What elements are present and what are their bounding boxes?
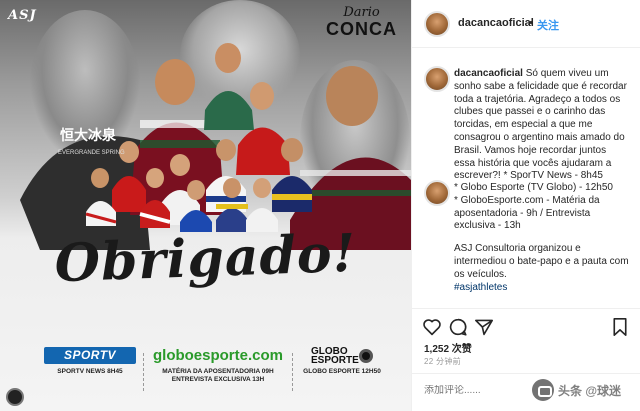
conca-first-name: Dario xyxy=(343,5,380,20)
comment-line: * Globo Esporte (TV Globo) - 12h50 xyxy=(454,182,613,193)
corner-avatar-icon[interactable] xyxy=(6,388,24,406)
sponsor-bar: SPORTV SPORTV NEWS 8H45 globoesporte.com… xyxy=(0,345,411,395)
share-icon[interactable] xyxy=(474,318,494,336)
header-username[interactable]: dacancaoficial xyxy=(458,17,534,29)
instagram-post-viewer: 恒大冰泉 EVERGRANDE SPRING ASJ Dario CONCA O… xyxy=(0,0,640,411)
globo-esporte-logo-text: GLOBO ESPORTE xyxy=(311,345,359,366)
conca-last-name: CONCA xyxy=(326,19,397,39)
likes-count[interactable]: 1,252 次赞 xyxy=(424,340,472,355)
asj-logo: ASJ xyxy=(8,8,37,23)
svg-text:恒大冰泉: 恒大冰泉 xyxy=(60,127,117,144)
caption-avatar[interactable] xyxy=(424,66,450,92)
action-bar xyxy=(412,308,640,344)
sportv-logo: SPORTV xyxy=(44,347,136,364)
globoesporte-logo: globoesporte.com xyxy=(152,347,283,364)
post-header: dacancaoficial • 关注 xyxy=(412,0,640,48)
watermark: 头条 @球迷 xyxy=(532,375,636,405)
heart-icon[interactable] xyxy=(422,318,442,336)
sponsor-caption: MATÉRIA DA APOSENTADORIA 09H ENTREVISTA … xyxy=(162,368,274,383)
comment-avatar[interactable] xyxy=(424,180,450,206)
post-side-panel: dacancaoficial • 关注 dacancaoficial Só qu… xyxy=(411,0,640,411)
comment-line: * GloboEsporte.com - Matéria da aposenta… xyxy=(454,194,600,232)
conca-title-block: Dario CONCA xyxy=(326,5,397,39)
sponsor-caption: GLOBO ESPORTE 12H50 xyxy=(303,368,381,375)
sponsor-caption: SPORTV NEWS 8H45 xyxy=(57,368,123,375)
caption-body: Só quem viveu um sonho sabe a felicidade… xyxy=(454,68,627,182)
follow-button[interactable]: 关注 xyxy=(537,17,559,33)
sponsor-divider xyxy=(143,353,144,391)
hashtag-link[interactable]: #asjathletes xyxy=(454,282,629,295)
watermark-text: 头条 @球迷 xyxy=(558,383,622,398)
header-separator-dot: • xyxy=(529,17,533,29)
comment-paragraph: ASJ Consultoria organizou e intermediou … xyxy=(454,243,629,280)
comments-list[interactable]: dacancaoficial Só quem viveu um sonho sa… xyxy=(412,60,640,308)
globo-esporte-logo: GLOBO ESPORTE xyxy=(300,345,384,366)
caption-username[interactable]: dacancaoficial xyxy=(454,68,523,79)
svg-text:EVERGRANDE SPRING: EVERGRANDE SPRING xyxy=(58,150,125,156)
comment-text-block: * Globo Esporte (TV Globo) - 12h50 * Glo… xyxy=(454,182,629,294)
bookmark-icon[interactable] xyxy=(612,318,628,336)
caption-text-block: dacancaoficial Só quem viveu um sonho sa… xyxy=(454,68,629,183)
chat-bubble-icon xyxy=(532,379,554,401)
sponsor-globoesporte: globoesporte.com MATÉRIA DA APOSENTADORI… xyxy=(152,347,284,384)
sponsor-globo-esporte: GLOBO ESPORTE GLOBO ESPORTE 12H50 xyxy=(300,345,384,376)
post-image[interactable]: 恒大冰泉 EVERGRANDE SPRING ASJ Dario CONCA O… xyxy=(0,0,411,411)
sponsor-sportv: SPORTV SPORTV NEWS 8H45 xyxy=(44,347,136,376)
post-timestamp: 22 分钟前 xyxy=(424,357,461,366)
globo-ball-icon xyxy=(359,348,373,363)
profile-avatar[interactable] xyxy=(424,11,450,37)
comment-icon[interactable] xyxy=(448,318,468,336)
sponsor-divider xyxy=(292,353,293,391)
